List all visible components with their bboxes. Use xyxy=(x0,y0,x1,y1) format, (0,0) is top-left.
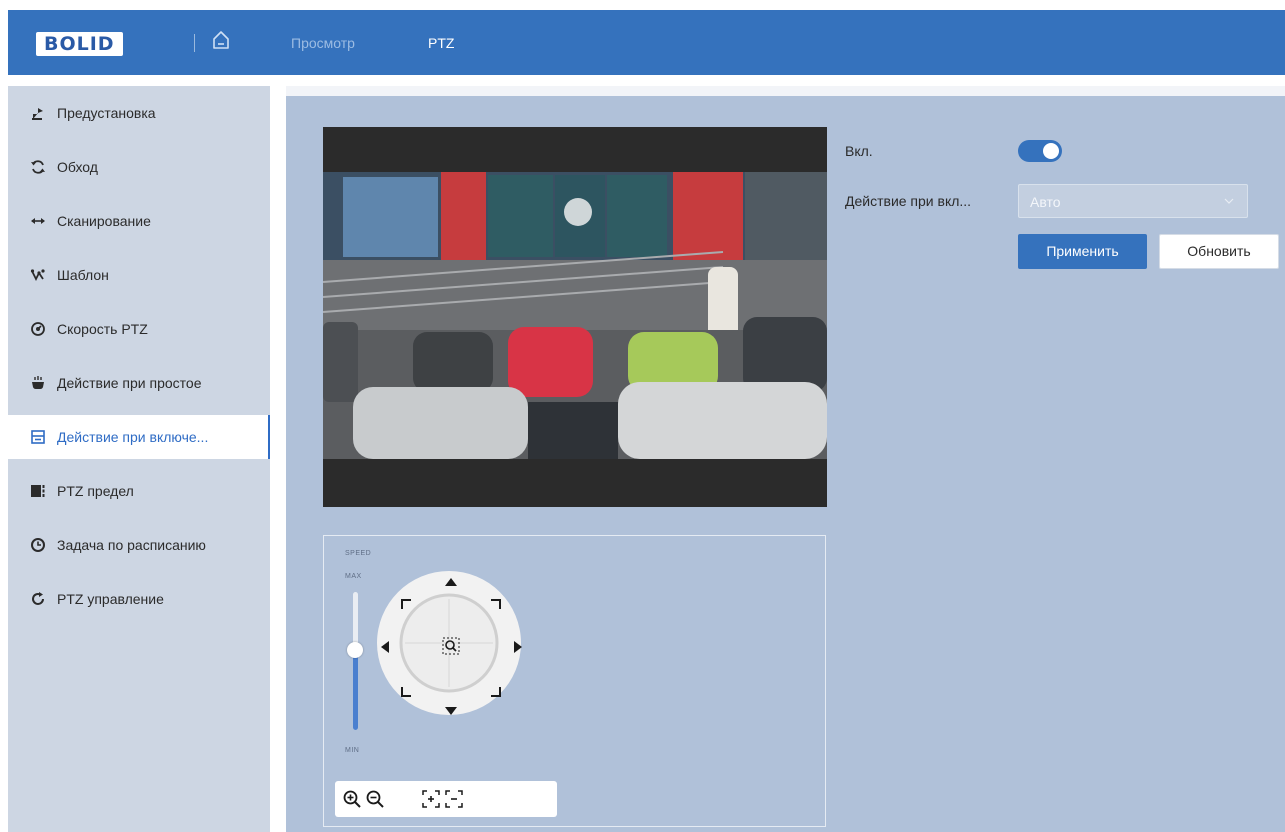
sidebar-item-pattern[interactable]: Шаблон xyxy=(8,253,270,297)
zoom-in-icon[interactable] xyxy=(342,789,362,809)
select-value: Авто xyxy=(1030,194,1061,210)
power-up-action-label: Действие при вкл... xyxy=(845,193,972,209)
speed-icon xyxy=(29,320,47,338)
sidebar-item-label: Задача по расписанию xyxy=(57,537,206,553)
top-bar: BOLID Просмотр PTZ xyxy=(8,10,1285,75)
sidebar-item-ptz-speed[interactable]: Скорость PTZ xyxy=(8,307,270,351)
pattern-icon xyxy=(29,266,47,284)
sidebar-item-label: Скорость PTZ xyxy=(57,321,148,337)
sidebar-item-label: Шаблон xyxy=(57,267,109,283)
sidebar-item-power-up-action[interactable]: Действие при включе... xyxy=(8,415,270,459)
bolid-logo: BOLID xyxy=(36,32,123,56)
content-top-strip xyxy=(286,86,1285,96)
pan-left-button[interactable] xyxy=(380,640,390,654)
sidebar-item-label: Действие при простое xyxy=(57,375,202,391)
speed-label: SPEED xyxy=(345,550,372,557)
app-window: BOLID Просмотр PTZ Предустановка Обход С… xyxy=(0,0,1285,832)
pan-up-left-button[interactable] xyxy=(400,598,412,610)
pan-down-right-button[interactable] xyxy=(490,686,502,698)
tab-ptz[interactable]: PTZ xyxy=(428,34,454,52)
camera-scene-image xyxy=(323,172,827,459)
idle-icon xyxy=(29,374,47,392)
sidebar-item-label: Предустановка xyxy=(57,105,156,121)
preset-icon xyxy=(29,104,47,122)
speed-slider-handle[interactable] xyxy=(347,642,363,658)
sidebar-item-label: Сканирование xyxy=(57,213,151,229)
focus-near-icon[interactable] xyxy=(421,789,441,809)
tour-icon xyxy=(29,158,47,176)
toggle-knob xyxy=(1043,143,1059,159)
sidebar-item-idle-action[interactable]: Действие при простое xyxy=(8,361,270,405)
sidebar-item-label: PTZ предел xyxy=(57,483,134,499)
pan-down-button[interactable] xyxy=(444,706,458,716)
speed-slider-fill xyxy=(353,650,358,730)
refresh-button[interactable]: Обновить xyxy=(1159,234,1279,269)
zoom-out-icon[interactable] xyxy=(365,789,385,809)
enable-toggle[interactable] xyxy=(1018,140,1062,162)
refresh-icon xyxy=(29,590,47,608)
pan-up-right-button[interactable] xyxy=(490,598,502,610)
sidebar-item-scan[interactable]: Сканирование xyxy=(8,199,270,243)
header-divider xyxy=(194,34,195,52)
sidebar-item-label: PTZ управление xyxy=(57,591,164,607)
position-zoom-icon[interactable] xyxy=(442,637,460,655)
sidebar-item-label: Обход xyxy=(57,159,98,175)
pan-up-button[interactable] xyxy=(444,577,458,587)
pan-right-button[interactable] xyxy=(513,640,523,654)
power-up-action-select[interactable]: Авто xyxy=(1018,184,1248,218)
sidebar: Предустановка Обход Сканирование Шаблон … xyxy=(8,86,270,832)
video-preview[interactable] xyxy=(323,127,827,507)
sidebar-item-scheduled-task[interactable]: Задача по расписанию xyxy=(8,523,270,567)
home-icon[interactable] xyxy=(211,29,231,51)
power-up-icon xyxy=(29,428,47,446)
chevron-down-icon xyxy=(1224,198,1234,204)
sidebar-item-preset[interactable]: Предустановка xyxy=(8,91,270,135)
apply-button[interactable]: Применить xyxy=(1018,234,1147,269)
zoom-focus-toolbar xyxy=(335,781,557,817)
pan-down-left-button[interactable] xyxy=(400,686,412,698)
scan-icon xyxy=(29,212,47,230)
tab-view[interactable]: Просмотр xyxy=(291,34,355,52)
sidebar-item-ptz-limit[interactable]: PTZ предел xyxy=(8,469,270,513)
min-label: MIN xyxy=(345,747,360,754)
sidebar-item-tour[interactable]: Обход xyxy=(8,145,270,189)
speed-slider[interactable] xyxy=(353,592,358,730)
limit-icon xyxy=(29,482,47,500)
ptz-control-panel: SPEED MAX MIN xyxy=(323,535,826,827)
sidebar-item-label: Действие при включе... xyxy=(57,429,209,445)
focus-far-icon[interactable] xyxy=(444,789,464,809)
max-label: MAX xyxy=(345,573,362,580)
enable-label: Вкл. xyxy=(845,143,873,159)
sidebar-item-ptz-control[interactable]: PTZ управление xyxy=(8,577,270,621)
clock-icon xyxy=(29,536,47,554)
